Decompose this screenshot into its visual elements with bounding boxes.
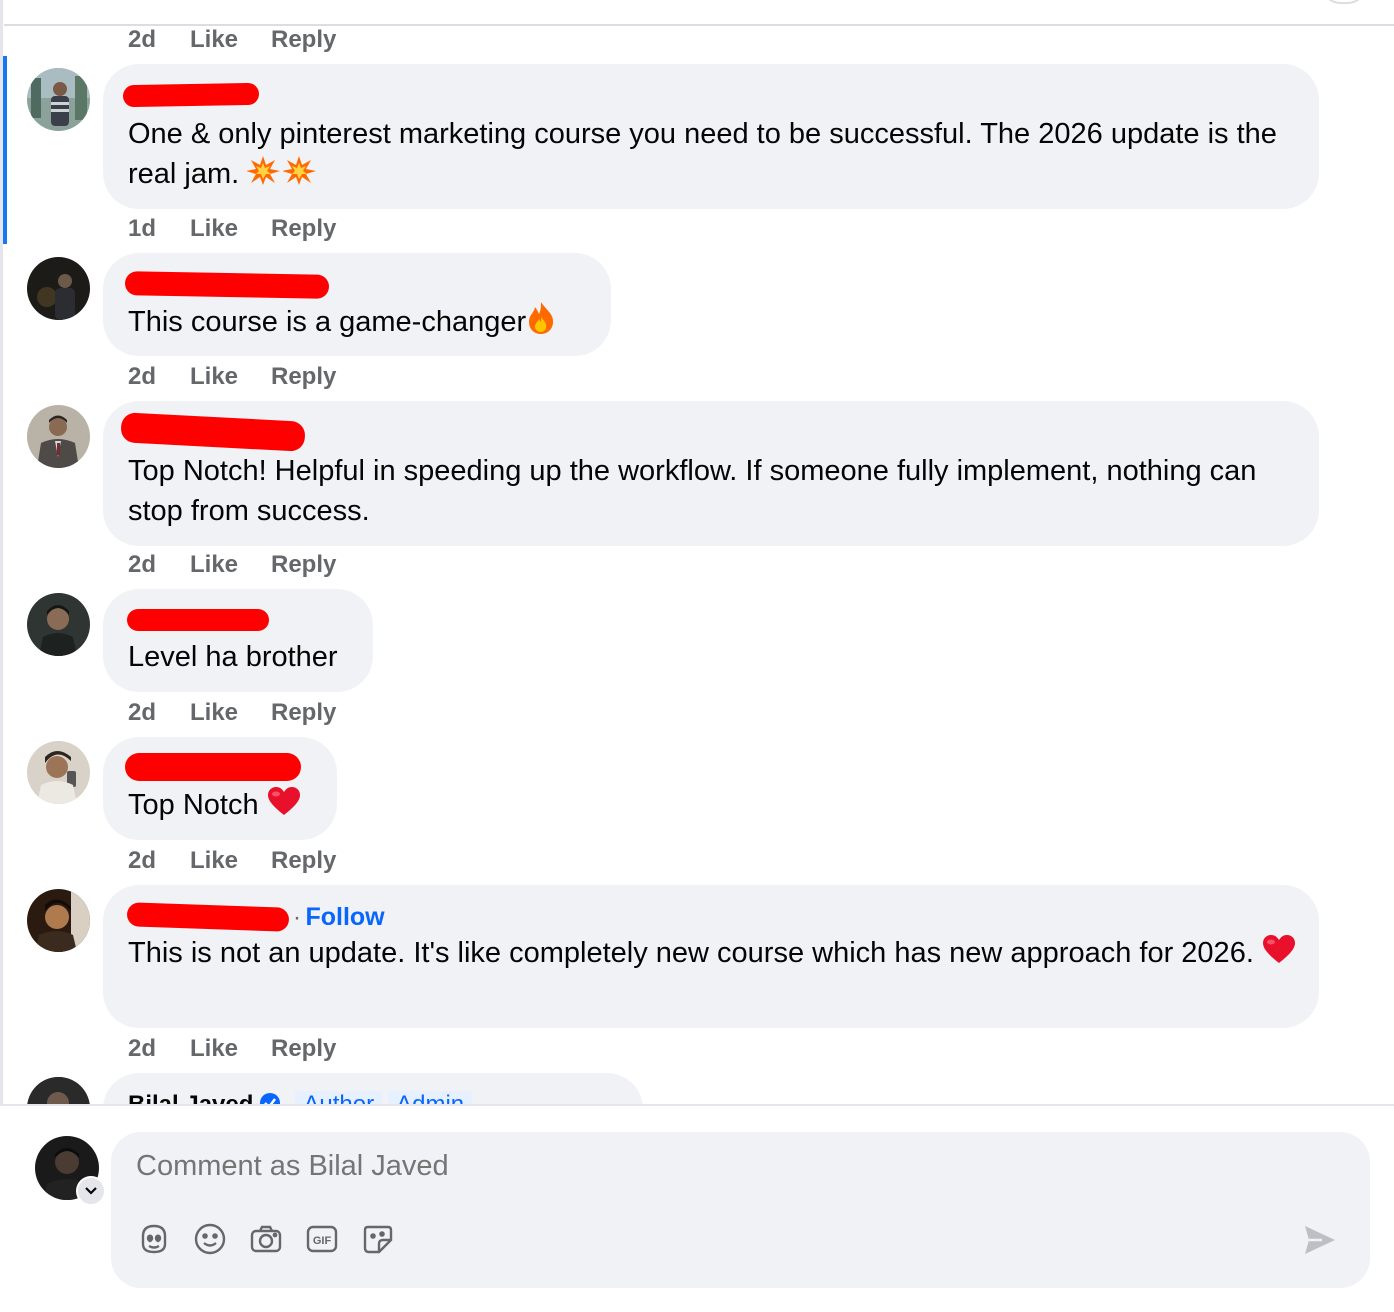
reply-button[interactable]: Reply (271, 26, 336, 54)
comment-actions-previous: 2d Like Reply (128, 26, 336, 54)
comment-actions: 1d Like Reply (128, 215, 336, 243)
redacted-author-name (125, 753, 301, 781)
comment-time[interactable]: 2d (128, 847, 190, 875)
comment-bubble: This course is a game-changer (103, 253, 611, 356)
comment-bubble: Top Notch (103, 737, 337, 840)
comment-bubble: Level ha brother (103, 589, 373, 692)
fire-emoji (526, 301, 556, 346)
verified-badge-icon (259, 1092, 281, 1104)
highlighted-comment-indicator (3, 56, 7, 244)
author-badge: Author (295, 1091, 383, 1104)
comment-time[interactable]: 2d (128, 551, 190, 579)
emoji-icon[interactable] (191, 1220, 229, 1258)
comment-input[interactable] (136, 1150, 1036, 1183)
comment-text: Top Notch (128, 785, 338, 827)
like-button[interactable]: Like (190, 1035, 271, 1063)
redacted-author-name (127, 609, 269, 631)
avatar[interactable] (27, 741, 90, 804)
comment-time[interactable]: 2d (128, 699, 190, 727)
comment-actions: 2d Like Reply (128, 363, 336, 391)
like-button[interactable]: Like (190, 847, 271, 875)
camera-icon[interactable] (247, 1220, 285, 1258)
reply-button[interactable]: Reply (271, 847, 336, 875)
redacted-author-name (120, 412, 306, 452)
comment-time[interactable]: 1d (128, 215, 190, 243)
reply-button[interactable]: Reply (271, 699, 336, 727)
heart-emoji (1262, 934, 1296, 975)
like-button[interactable]: Like (190, 551, 271, 579)
comment-text: One & only pinterest marketing course yo… (128, 114, 1298, 197)
comment-text: This course is a game-changer (128, 301, 608, 346)
comment-bubble: · Follow This is not an update. It's lik… (103, 885, 1319, 1028)
redacted-author-name (122, 82, 260, 108)
comment-time[interactable]: 2d (128, 363, 190, 391)
sticker-icon[interactable] (359, 1220, 397, 1258)
comment-text: This is not an update. It's like complet… (128, 933, 1298, 975)
follow-row: · Follow (293, 903, 385, 932)
svg-text:GIF: GIF (313, 1235, 332, 1247)
comment-bubble: Top Notch! Helpful in speeding up the wo… (103, 401, 1319, 546)
reply-button[interactable]: Reply (271, 1035, 336, 1063)
chevron-down-icon[interactable] (76, 1176, 106, 1206)
avatar[interactable] (27, 593, 90, 656)
comment-actions: 2d Like Reply (128, 551, 336, 579)
comment-actions: 2d Like Reply (128, 699, 336, 727)
avatar[interactable] (27, 257, 90, 320)
like-button[interactable]: Like (190, 215, 271, 243)
reply-button[interactable]: Reply (271, 551, 336, 579)
name-separator: · (293, 904, 301, 931)
like-button[interactable]: Like (190, 363, 271, 391)
admin-badge: Admin (388, 1091, 473, 1104)
author-name[interactable]: Bilal Javed (128, 1091, 253, 1104)
avatar[interactable] (27, 68, 90, 131)
comment-text: Top Notch! Helpful in speeding up the wo… (128, 455, 1265, 527)
follow-button[interactable]: Follow (305, 903, 384, 931)
comment-time[interactable]: 2d (128, 26, 190, 54)
like-button[interactable]: Like (190, 26, 271, 54)
comment-actions: 2d Like Reply (128, 1035, 336, 1063)
comment-actions: 2d Like Reply (128, 847, 336, 875)
comment-time[interactable]: 2d (128, 1035, 190, 1063)
comment-composer: GIF (111, 1132, 1370, 1288)
partial-comment: Bilal Javed Author Admin (0, 1070, 1394, 1104)
comment-bubble: Bilal Javed Author Admin (103, 1073, 643, 1104)
comment-bubble: One & only pinterest marketing course yo… (103, 64, 1319, 209)
collision-emoji (246, 154, 319, 197)
comment-text: Level ha brother (128, 641, 338, 673)
avatar[interactable] (27, 1077, 90, 1104)
send-icon[interactable] (1300, 1220, 1340, 1260)
redacted-author-name (126, 902, 290, 932)
like-button[interactable]: Like (190, 699, 271, 727)
reply-button[interactable]: Reply (271, 215, 336, 243)
redacted-author-name (124, 271, 330, 299)
avatar[interactable] (27, 889, 90, 952)
heart-emoji (267, 786, 301, 827)
avatar-sticker-icon[interactable] (135, 1220, 173, 1258)
scroll-corner-shape (1322, 0, 1366, 4)
gif-icon[interactable]: GIF (303, 1220, 341, 1258)
avatar[interactable] (27, 405, 90, 468)
reply-button[interactable]: Reply (271, 363, 336, 391)
